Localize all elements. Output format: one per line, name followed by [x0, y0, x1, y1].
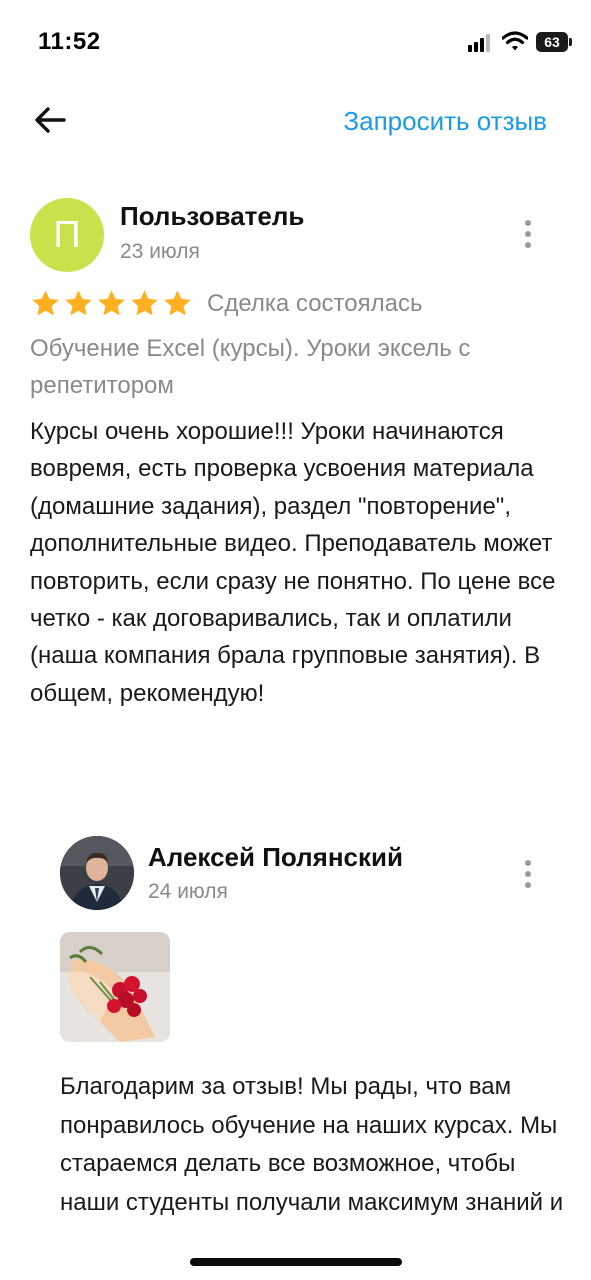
- review-date: 23 июля: [120, 240, 200, 263]
- wifi-icon: [502, 31, 528, 51]
- reply-date: 24 июля: [148, 880, 228, 903]
- reviewer-avatar: П: [30, 198, 104, 272]
- deal-status: Сделка состоялась: [207, 289, 423, 317]
- person-photo-icon: [60, 836, 134, 910]
- home-indicator[interactable]: [190, 1258, 402, 1266]
- star-icon: [98, 290, 125, 316]
- reply-avatar: [60, 836, 134, 910]
- flowers-photo-icon: [60, 932, 170, 1042]
- star-icon: [32, 290, 59, 316]
- review-more-icon[interactable]: [516, 214, 540, 254]
- status-time: 11:52: [38, 28, 101, 55]
- reply-photo-thumbnail[interactable]: [60, 932, 170, 1042]
- reply-more-icon[interactable]: [516, 854, 540, 894]
- service-name: Обучение Excel (курсы). Уроки эксель с р…: [30, 335, 471, 399]
- reviewer-name: Пользователь: [120, 201, 305, 231]
- reply-author-name: Алексей Полянский: [148, 842, 403, 872]
- review-text: Курсы очень хорошие!!! Уроки начинаются …: [30, 418, 556, 707]
- status-bar: 11:52 63: [0, 0, 591, 90]
- request-review-button[interactable]: Запросить отзыв: [343, 106, 547, 137]
- signal-icon: [468, 34, 494, 52]
- back-arrow-icon[interactable]: [30, 100, 70, 140]
- star-icon: [131, 290, 158, 316]
- star-rating: Сделка состоялась: [30, 288, 422, 319]
- battery-icon: 63: [536, 32, 572, 52]
- star-icon: [65, 290, 92, 316]
- reply-text: Благодарим за отзыв! Мы рады, что вам по…: [60, 1073, 564, 1216]
- battery-level: 63: [544, 34, 560, 50]
- star-icon: [164, 290, 191, 316]
